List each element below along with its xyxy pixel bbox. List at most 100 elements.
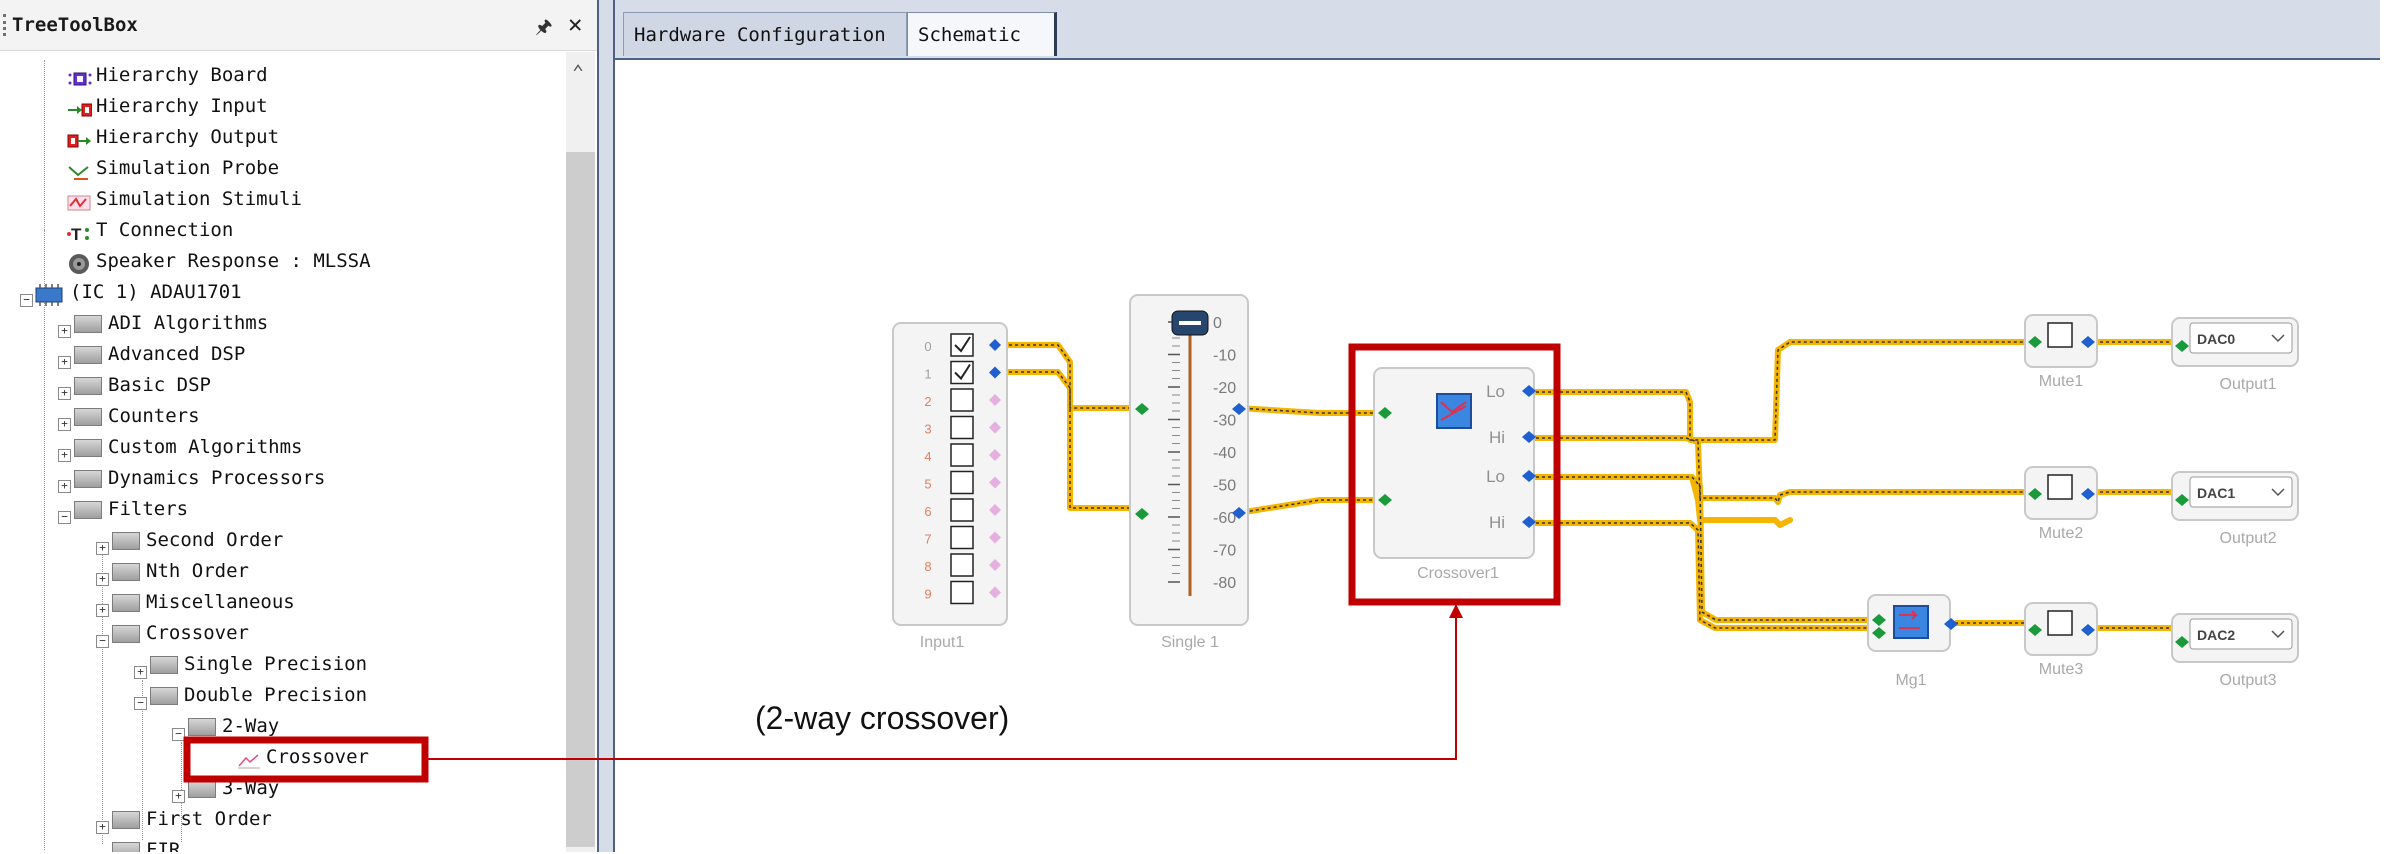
tree-item-label: Single Precision: [184, 653, 368, 675]
tree-item-dynamics-processors[interactable]: Dynamics Processors: [74, 463, 325, 494]
expand-icon[interactable]: +: [96, 821, 109, 834]
chip-icon: [32, 283, 66, 306]
speaker-icon: [66, 253, 92, 274]
tree-item-hierarchy-input[interactable]: Hierarchy Input: [66, 91, 268, 122]
folder-icon: [112, 593, 140, 612]
tree-item-single-precision[interactable]: Single Precision: [150, 649, 367, 680]
expand-icon[interactable]: +: [96, 542, 109, 555]
tab-schematic[interactable]: Schematic: [907, 12, 1057, 56]
tree-item-label: 3-Way: [222, 777, 280, 799]
expand-icon[interactable]: +: [58, 356, 71, 369]
tree-item-hierarchy-output[interactable]: Hierarchy Output: [66, 122, 279, 153]
tree-item-counters[interactable]: Counters: [74, 401, 200, 432]
tree-item-label: Dynamics Processors: [108, 467, 326, 489]
tree-item-crossover-block[interactable]: Crossover: [236, 742, 369, 773]
tree-item-label: Second Order: [146, 529, 284, 551]
collapse-icon[interactable]: −: [172, 728, 185, 741]
close-icon[interactable]: ✕: [568, 10, 582, 38]
tree-item-double-precision[interactable]: Double Precision: [150, 680, 367, 711]
tree-item-label: 2-Way: [222, 715, 280, 737]
tree-item-label: Counters: [108, 405, 200, 427]
hierarchy-input-icon: [66, 98, 93, 116]
tree-item-label: Hierarchy Input: [96, 95, 268, 117]
t-connection-icon: T: [66, 222, 92, 244]
hierarchy-board-icon: [66, 67, 92, 85]
tree-guide: [44, 230, 45, 850]
tree-item-simulation-stimuli[interactable]: Simulation Stimuli: [66, 184, 302, 215]
drag-grip[interactable]: [3, 14, 10, 36]
tree-item-3-way[interactable]: 3-Way: [188, 773, 279, 804]
tree-item-label: Filters: [108, 498, 189, 520]
expand-icon[interactable]: +: [58, 449, 71, 462]
document-tab-bar: Hardware Configuration Schematic: [615, 0, 2395, 58]
scroll-thumb[interactable]: [566, 152, 595, 847]
tree-item-label: Basic DSP: [108, 374, 211, 396]
expand-icon[interactable]: +: [134, 666, 147, 679]
tree-item-advanced-dsp[interactable]: Advanced DSP: [74, 339, 245, 370]
expand-icon[interactable]: +: [58, 325, 71, 338]
probe-icon: [66, 160, 92, 180]
folder-icon: [74, 438, 102, 457]
tree-item-label: Custom Algorithms: [108, 436, 303, 458]
tree-item-label: Hierarchy Board: [96, 64, 268, 86]
tree-item-adi-algorithms[interactable]: ADI Algorithms: [74, 308, 268, 339]
tree-guide: [102, 544, 103, 844]
tree-item-speaker-response[interactable]: Speaker Response : MLSSA: [66, 246, 371, 277]
tree-item-label: ADI Algorithms: [108, 312, 269, 334]
tree-item-custom-algorithms[interactable]: Custom Algorithms: [74, 432, 302, 463]
tree-item-first-order[interactable]: First Order: [112, 804, 272, 835]
folder-icon: [112, 531, 140, 550]
svg-text:T: T: [71, 225, 82, 243]
scroll-up-icon[interactable]: ⌃: [572, 60, 584, 84]
folder-icon: [150, 655, 178, 674]
crossover-block-icon: [236, 749, 262, 768]
folder-icon: [188, 717, 216, 736]
tree-item-label: First Order: [146, 808, 272, 830]
tree-item-label: (IC 1) ADAU1701: [70, 281, 242, 303]
folder-icon: [150, 686, 178, 705]
tree-scrollbar[interactable]: ⌃: [566, 52, 595, 852]
stimuli-icon: [66, 191, 92, 210]
folder-icon: [74, 345, 102, 364]
folder-icon: [112, 624, 140, 643]
tree-item-label: Crossover: [146, 622, 249, 644]
tree-item-fir[interactable]: FIR: [112, 835, 180, 852]
collapse-icon[interactable]: −: [134, 697, 147, 710]
tree-item-label: Advanced DSP: [108, 343, 246, 365]
tree-item-label: Crossover: [266, 746, 369, 768]
tree-item-label: Simulation Stimuli: [96, 188, 302, 210]
folder-icon: [188, 779, 216, 798]
tree-item-basic-dsp[interactable]: Basic DSP: [74, 370, 211, 401]
folder-icon: [112, 841, 140, 852]
tree-item-ic1[interactable]: (IC 1) ADAU1701: [32, 277, 242, 308]
tree-item-t-connection[interactable]: T T Connection: [66, 215, 233, 246]
expand-icon[interactable]: +: [96, 573, 109, 586]
tab-hardware-configuration[interactable]: Hardware Configuration: [623, 12, 907, 56]
expand-icon[interactable]: +: [172, 790, 185, 803]
toolbox-tree: Hierarchy Board Hierarchy Input Hierarch…: [0, 60, 565, 852]
collapse-icon[interactable]: −: [96, 635, 109, 648]
tree-item-label: T Connection: [96, 219, 234, 241]
tree-item-simulation-probe[interactable]: Simulation Probe: [66, 153, 279, 184]
tree-item-hierarchy-board[interactable]: Hierarchy Board: [66, 60, 268, 91]
tree-item-label: Hierarchy Output: [96, 126, 280, 148]
tree-item-second-order[interactable]: Second Order: [112, 525, 283, 556]
expand-icon[interactable]: +: [58, 387, 71, 400]
tree-item-label: Double Precision: [184, 684, 368, 706]
tree-item-nth-order[interactable]: Nth Order: [112, 556, 249, 587]
folder-icon: [74, 407, 102, 426]
tree-item-2-way[interactable]: 2-Way: [188, 711, 279, 742]
expand-icon[interactable]: +: [96, 604, 109, 617]
pin-icon[interactable]: 🖈︎: [535, 13, 553, 45]
tree-item-crossover-folder[interactable]: Crossover: [112, 618, 249, 649]
expand-icon[interactable]: +: [58, 418, 71, 431]
collapse-icon[interactable]: −: [58, 511, 71, 524]
tree-item-miscellaneous[interactable]: Miscellaneous: [112, 587, 295, 618]
folder-icon: [74, 376, 102, 395]
pane-splitter[interactable]: [597, 0, 615, 852]
expand-icon[interactable]: +: [58, 480, 71, 493]
hierarchy-output-icon: [66, 129, 92, 147]
tree-item-label: Miscellaneous: [146, 591, 295, 613]
tree-item-filters[interactable]: Filters: [74, 494, 188, 525]
toolbox-title: TreeToolBox: [12, 14, 138, 36]
